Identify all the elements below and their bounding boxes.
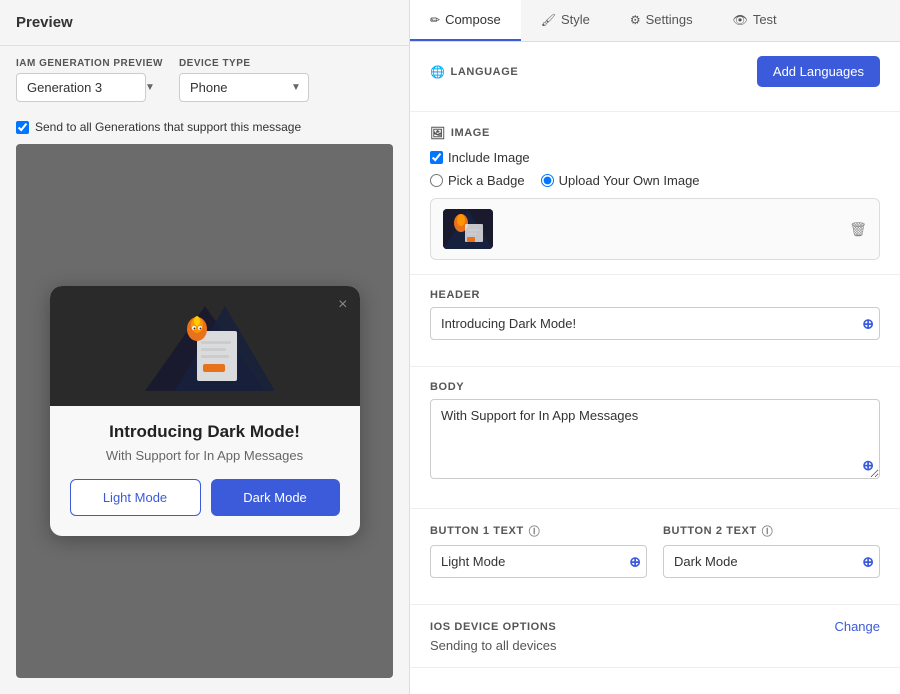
modal-buttons: Light Mode Dark Mode xyxy=(50,479,360,516)
button2-expand-icon[interactable]: ⊕ xyxy=(862,553,874,570)
modal-subtitle: With Support for In App Messages xyxy=(70,448,340,463)
modal-title: Introducing Dark Mode! xyxy=(70,422,340,442)
right-content: 🌐 LANGUAGE Add Languages 🖼 IMAGE Include… xyxy=(410,42,900,694)
left-panel: Preview IAM GENERATION PREVIEW Generatio… xyxy=(0,0,410,694)
image-icon: 🖼 xyxy=(430,126,446,140)
generation-chevron-icon: ▼ xyxy=(145,82,155,93)
button1-col: BUTTON 1 TEXT ⓘ ⊕ xyxy=(430,523,647,590)
button-text-section: BUTTON 1 TEXT ⓘ ⊕ BUTTON 2 TEXT ⓘ xyxy=(410,509,900,605)
tab-test[interactable]: 👁 Test xyxy=(713,0,797,41)
button2-col: BUTTON 2 TEXT ⓘ ⊕ xyxy=(663,523,880,590)
generations-checkbox-row: Send to all Generations that support thi… xyxy=(0,114,409,144)
pick-badge-option[interactable]: Pick a Badge xyxy=(430,173,525,188)
button1-expand-icon[interactable]: ⊕ xyxy=(629,553,641,570)
device-control: DEVICE TYPE Phone Tablet ▼ xyxy=(179,58,309,102)
button2-info-icon[interactable]: ⓘ xyxy=(762,523,774,539)
image-type-options: Pick a Badge Upload Your Own Image xyxy=(430,173,880,188)
thumbnail-svg xyxy=(443,209,493,249)
header-expand-icon[interactable]: ⊕ xyxy=(862,315,874,332)
image-section: 🖼 IMAGE Include Image Pick a Badge Uploa… xyxy=(410,112,900,275)
language-icon: 🌐 xyxy=(430,65,446,79)
button-text-columns: BUTTON 1 TEXT ⓘ ⊕ BUTTON 2 TEXT ⓘ xyxy=(430,523,880,590)
button2-input[interactable] xyxy=(663,545,880,578)
button1-input[interactable] xyxy=(430,545,647,578)
header-input-row: ⊕ xyxy=(430,307,880,340)
tabs-bar: ✏ Compose 🖌 Style ⚙ Settings 👁 Test xyxy=(410,0,900,42)
style-icon: 🖌 xyxy=(541,13,556,27)
preview-title: Preview xyxy=(16,14,393,31)
generation-control: IAM GENERATION PREVIEW Generation 3 Gene… xyxy=(16,58,163,102)
language-section-title: 🌐 LANGUAGE xyxy=(430,65,518,79)
tab-style[interactable]: 🖌 Style xyxy=(521,0,610,41)
settings-icon: ⚙ xyxy=(630,13,641,27)
dark-mode-button[interactable]: Dark Mode xyxy=(211,479,340,516)
pick-badge-radio[interactable] xyxy=(430,174,443,187)
generations-checkbox-label: Send to all Generations that support thi… xyxy=(35,120,301,134)
preview-header: Preview xyxy=(0,0,409,46)
ios-header: IOS DEVICE OPTIONS Change xyxy=(430,619,880,634)
image-section-title: 🖼 IMAGE xyxy=(430,126,880,140)
generation-label: IAM GENERATION PREVIEW xyxy=(16,58,163,69)
ios-label: IOS DEVICE OPTIONS xyxy=(430,621,556,633)
test-icon: 👁 xyxy=(733,13,748,27)
device-label: DEVICE TYPE xyxy=(179,58,309,69)
image-preview-box: 🗑 xyxy=(430,198,880,260)
controls-row: IAM GENERATION PREVIEW Generation 3 Gene… xyxy=(0,46,409,114)
header-section: HEADER ⊕ xyxy=(410,275,900,367)
delete-image-button[interactable]: 🗑 xyxy=(849,221,867,238)
image-thumbnail xyxy=(443,209,493,249)
ios-section: IOS DEVICE OPTIONS Change Sending to all… xyxy=(410,605,900,668)
modal-close-button[interactable]: × xyxy=(338,296,347,314)
body-expand-icon[interactable]: ⊕ xyxy=(862,457,874,474)
button2-label: BUTTON 2 TEXT ⓘ xyxy=(663,523,880,539)
upload-own-option[interactable]: Upload Your Own Image xyxy=(541,173,700,188)
button1-info-icon[interactable]: ⓘ xyxy=(529,523,541,539)
body-input-row: ⊕ xyxy=(430,399,880,482)
include-image-row: Include Image xyxy=(430,150,880,165)
ios-sending-to: Sending to all devices xyxy=(430,638,880,653)
body-section: BODY ⊕ xyxy=(410,367,900,509)
ios-change-link[interactable]: Change xyxy=(834,619,880,634)
light-mode-button[interactable]: Light Mode xyxy=(70,479,201,516)
body-label: BODY xyxy=(430,381,880,393)
language-section: 🌐 LANGUAGE Add Languages xyxy=(410,42,900,112)
modal-illustration xyxy=(125,301,285,391)
compose-icon: ✏ xyxy=(430,13,440,27)
modal-card: × xyxy=(50,286,360,536)
include-image-checkbox[interactable] xyxy=(430,151,443,164)
button1-label: BUTTON 1 TEXT ⓘ xyxy=(430,523,647,539)
modal-body: Introducing Dark Mode! With Support for … xyxy=(50,406,360,463)
generation-select-wrapper: Generation 3 Generation 2 Generation 1 ▼ xyxy=(16,73,163,102)
button1-input-row: ⊕ xyxy=(430,545,647,578)
device-select-wrapper: Phone Tablet ▼ xyxy=(179,73,309,102)
button2-input-row: ⊕ xyxy=(663,545,880,578)
generation-select[interactable]: Generation 3 Generation 2 Generation 1 xyxy=(16,73,146,102)
tab-settings[interactable]: ⚙ Settings xyxy=(610,0,713,41)
preview-area: × xyxy=(16,144,393,678)
header-label: HEADER xyxy=(430,289,880,301)
upload-own-radio[interactable] xyxy=(541,174,554,187)
body-textarea[interactable] xyxy=(430,399,880,479)
tab-compose[interactable]: ✏ Compose xyxy=(410,0,521,41)
generations-checkbox[interactable] xyxy=(16,121,29,134)
header-input[interactable] xyxy=(430,307,880,340)
language-section-header: 🌐 LANGUAGE Add Languages xyxy=(430,56,880,87)
right-panel: ✏ Compose 🖌 Style ⚙ Settings 👁 Test 🌐 LA… xyxy=(410,0,900,694)
include-image-label: Include Image xyxy=(448,150,530,165)
add-languages-button[interactable]: Add Languages xyxy=(757,56,880,87)
device-select[interactable]: Phone Tablet xyxy=(179,73,309,102)
modal-image-area xyxy=(50,286,360,406)
